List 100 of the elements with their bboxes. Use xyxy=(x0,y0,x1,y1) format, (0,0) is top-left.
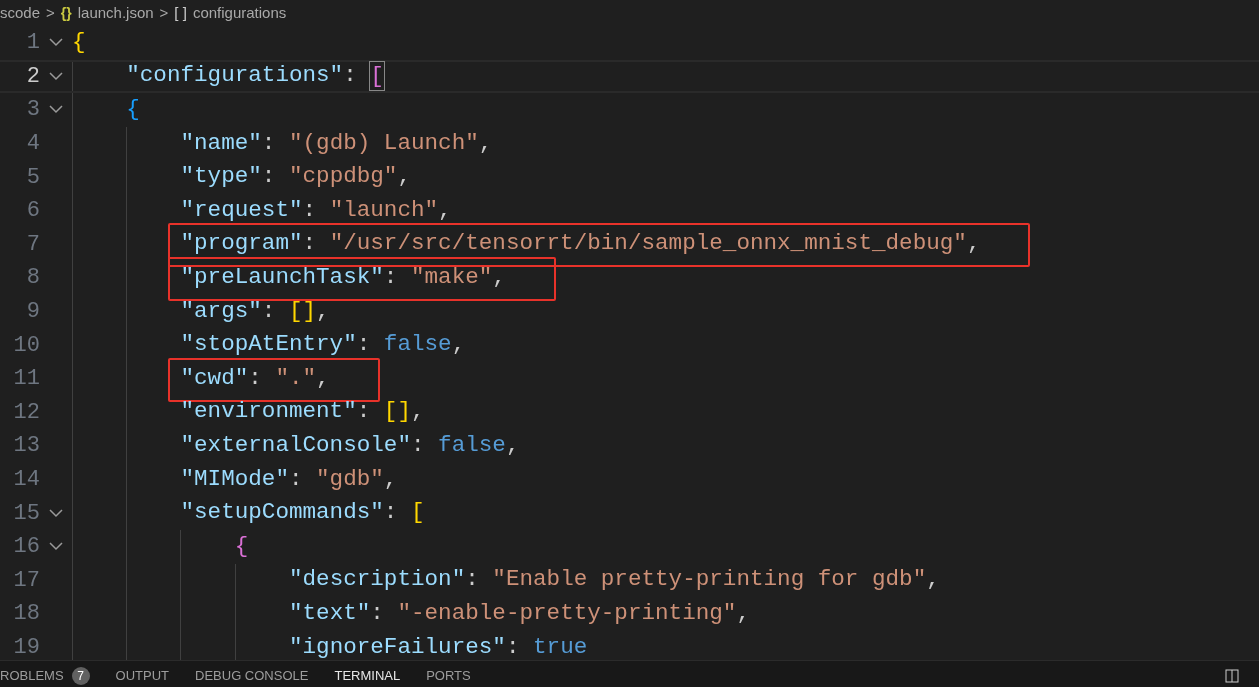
punctuation: : xyxy=(356,330,372,360)
json-string: "." xyxy=(275,363,317,393)
punctuation: , xyxy=(411,397,425,427)
punctuation: , xyxy=(397,162,411,192)
json-key: "type" xyxy=(180,160,262,195)
punctuation: : xyxy=(370,598,385,628)
fold-chevron-icon[interactable] xyxy=(49,38,63,48)
json-key: "request" xyxy=(180,193,303,228)
punctuation: : xyxy=(356,397,372,427)
line-number: 4 xyxy=(25,130,40,159)
json-string: "/usr/src/tensorrt/bin/sample_onnx_mnist_debug" xyxy=(329,229,967,259)
breadcrumb-item[interactable]: scode xyxy=(0,1,41,25)
json-key: "stopAtEntry" xyxy=(180,328,357,363)
punctuation: : xyxy=(302,229,318,259)
json-literal: true xyxy=(533,632,588,660)
punctuation: : xyxy=(261,128,277,158)
bracket: [] xyxy=(383,397,411,427)
punctuation: , xyxy=(383,464,398,494)
panel-tab[interactable]: PORTS xyxy=(426,666,471,686)
json-string: "launch" xyxy=(329,195,439,225)
json-key: "preLaunchTask" xyxy=(180,261,384,295)
fold-chevron-icon[interactable] xyxy=(49,71,63,81)
punctuation: : xyxy=(248,363,263,393)
panel-tab[interactable]: OUTPUT xyxy=(115,666,170,686)
punctuation: : xyxy=(261,162,277,192)
json-literal: false xyxy=(383,330,452,360)
punctuation: : xyxy=(288,464,304,494)
json-key: "environment" xyxy=(180,395,357,430)
punctuation: : xyxy=(505,632,521,660)
panel-tab[interactable]: ROBLEMS 7 xyxy=(0,666,90,686)
json-string: "(gdb) Launch" xyxy=(288,128,479,158)
bracket: [ xyxy=(411,498,425,528)
json-key: "description" xyxy=(288,563,466,598)
json-literal: false xyxy=(438,431,506,460)
line-number: 12 xyxy=(12,398,40,427)
bracket: [] xyxy=(288,296,317,326)
punctuation: , xyxy=(966,229,981,259)
line-number: 17 xyxy=(12,566,40,595)
punctuation: : xyxy=(261,296,277,326)
punctuation: , xyxy=(492,263,506,292)
line-number: 11 xyxy=(12,365,40,394)
punctuation: , xyxy=(736,598,750,628)
line-number: 9 xyxy=(25,298,40,327)
line-number: 6 xyxy=(25,197,40,226)
line-number: 2 xyxy=(25,62,40,91)
bracket: { xyxy=(72,27,86,57)
json-string: "-enable-pretty-printing" xyxy=(397,598,737,628)
panel-tab[interactable]: TERMINAL xyxy=(334,666,401,686)
json-key: "ignoreFailures" xyxy=(288,630,506,660)
json-string: "gdb" xyxy=(316,464,384,494)
chevron-separator: > xyxy=(46,2,55,23)
json-key: "text" xyxy=(288,596,371,631)
punctuation: , xyxy=(316,296,330,326)
fold-chevron-icon[interactable] xyxy=(49,508,63,518)
json-key: "cwd" xyxy=(180,361,249,396)
symbol-icon: {} xyxy=(60,2,72,24)
line-number: 5 xyxy=(25,163,40,192)
line-number: 7 xyxy=(25,230,40,259)
count-badge: 7 xyxy=(71,666,90,685)
punctuation: : xyxy=(302,195,318,225)
json-key: "name" xyxy=(180,126,262,161)
json-key: "setupCommands" xyxy=(180,496,384,531)
punctuation: , xyxy=(478,128,493,158)
punctuation: , xyxy=(316,363,330,393)
json-string: "Enable pretty-printing for gdb" xyxy=(492,565,927,595)
json-string: "make" xyxy=(411,263,493,292)
punctuation: : xyxy=(383,263,399,292)
line-number: 8 xyxy=(25,264,40,293)
line-number: 3 xyxy=(25,96,40,125)
punctuation: , xyxy=(451,330,466,360)
json-key: "externalConsole" xyxy=(180,429,411,463)
breadcrumb-item[interactable]: configurations xyxy=(192,1,287,25)
line-number: 14 xyxy=(12,466,40,494)
chevron-separator: > xyxy=(159,2,169,23)
line-number: 19 xyxy=(12,634,40,660)
bracket: [ xyxy=(370,62,384,91)
punctuation: : xyxy=(465,565,480,595)
punctuation: : xyxy=(410,431,426,460)
breadcrumb-item[interactable]: launch.json xyxy=(77,1,154,25)
bracket: { xyxy=(234,531,249,561)
line-number: 16 xyxy=(12,533,40,562)
json-key: "configurations" xyxy=(126,59,344,94)
fold-chevron-icon[interactable] xyxy=(49,105,63,115)
punctuation: : xyxy=(383,498,399,528)
line-number: 13 xyxy=(12,432,40,461)
line-number: 10 xyxy=(12,331,40,360)
json-key: "args" xyxy=(180,294,262,329)
punctuation: , xyxy=(438,195,452,225)
bracket: { xyxy=(126,95,140,125)
line-number: 1 xyxy=(25,29,40,58)
split-panel-icon[interactable] xyxy=(1225,669,1239,683)
fold-chevron-icon[interactable] xyxy=(49,542,63,552)
panel-tab[interactable]: DEBUG CONSOLE xyxy=(195,666,309,686)
symbol-icon: [ ] xyxy=(174,1,187,25)
punctuation: : xyxy=(343,61,358,91)
json-key: "program" xyxy=(180,227,303,262)
json-string: "cppdbg" xyxy=(288,162,398,192)
punctuation: , xyxy=(926,565,940,595)
punctuation: , xyxy=(505,431,520,460)
line-number: 15 xyxy=(12,499,40,528)
